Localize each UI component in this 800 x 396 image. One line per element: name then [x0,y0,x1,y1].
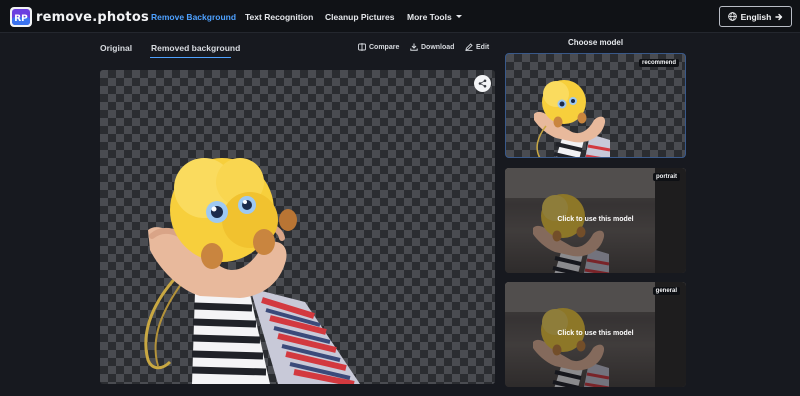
logo-mark-text: RP [14,14,28,24]
nav-remove-background[interactable]: Remove Background [151,0,236,33]
nav-cleanup-pictures[interactable]: Cleanup Pictures [325,0,394,33]
model-tag-general: general [652,287,680,295]
nav-more-tools[interactable]: More Tools [407,0,462,33]
download-label: Download [421,43,455,51]
share-icon [478,79,487,88]
nav-text-recognition[interactable]: Text Recognition [245,0,313,33]
model-tag-recommend: recommend [638,59,679,67]
model-preview-recommend [534,80,611,157]
compare-icon [358,43,366,51]
logo-mark-icon: RP [10,7,32,27]
brand-name: remove.photos [36,9,149,25]
share-button[interactable] [474,75,491,92]
globe-icon [727,12,737,21]
model-tag-portrait: portrait [653,173,680,181]
edit-icon [465,43,473,51]
download-button[interactable]: Download [410,43,454,51]
compare-button[interactable]: Compare [358,43,399,51]
tab-removed-background[interactable]: Removed background [151,43,240,53]
tab-original[interactable]: Original [100,43,132,53]
choose-model-heading: Choose model [567,38,624,47]
model-card-recommend[interactable]: recommend [505,53,686,158]
use-model-prompt-portrait[interactable]: Click to use this model [505,216,686,223]
chevron-down-icon [455,15,462,18]
model-card-general[interactable]: general Click to use this model [505,282,686,387]
active-tab-indicator [150,57,231,58]
cutout-subject-image [144,158,360,384]
compare-label: Compare [369,43,400,51]
result-canvas[interactable] [100,70,495,384]
language-button[interactable]: English [719,6,792,27]
download-icon [410,43,418,51]
top-navigation-bar: RP remove.photos Remove Background Text … [0,0,800,33]
arrow-right-icon [775,13,783,20]
use-model-prompt-general[interactable]: Click to use this model [505,330,686,337]
edit-label: Edit [476,43,490,51]
nav-more-tools-label: More Tools [407,11,452,22]
edit-button[interactable]: Edit [465,43,489,51]
language-label: English [740,11,772,22]
model-card-portrait[interactable]: portrait Click to use this model [505,168,686,273]
brand-logo[interactable]: RP remove.photos [10,6,149,28]
